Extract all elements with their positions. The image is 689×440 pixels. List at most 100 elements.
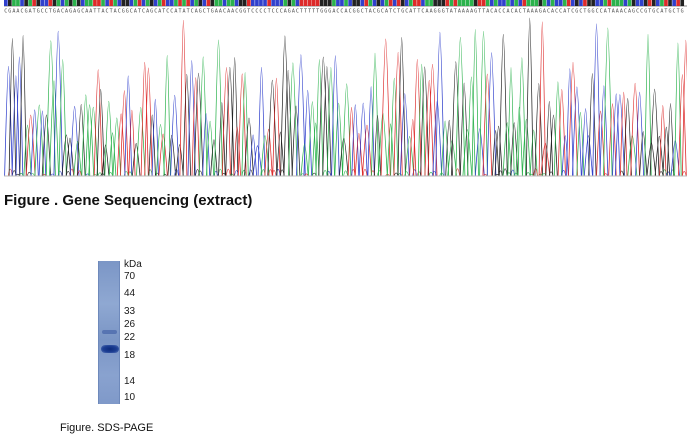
base-letter: A: [409, 9, 412, 15]
base-letter: G: [401, 9, 404, 15]
base-strip-cell: [113, 0, 117, 6]
base-strip-cell: [145, 0, 150, 6]
base-letter: C: [600, 9, 603, 15]
base-strip-cell: [230, 0, 235, 6]
base-letter: C: [421, 9, 424, 15]
base-strip-cell: [8, 0, 12, 6]
base-letter: A: [158, 9, 161, 15]
base-strip-cell: [546, 0, 551, 6]
base-letter: C: [223, 9, 226, 15]
peak-G: [132, 142, 141, 177]
base-letter: T: [446, 9, 449, 15]
base-letter: C: [559, 9, 562, 15]
base-strip-cell: [332, 0, 336, 6]
base-letter: C: [142, 9, 145, 15]
base-letter: A: [458, 9, 461, 15]
base-letter: A: [426, 9, 429, 15]
base-letter: T: [454, 9, 457, 15]
base-strip-cell: [307, 0, 312, 6]
base-strip-cell: [133, 0, 138, 6]
base-strip-cell: [202, 0, 207, 6]
peak-G: [210, 139, 218, 177]
base-strip-cell: [247, 0, 251, 6]
base-strip-cell: [453, 0, 458, 6]
base-strip-cell: [315, 0, 320, 6]
base-letter: A: [535, 9, 538, 15]
base-letter: T: [304, 9, 307, 15]
base-strip-cell: [506, 0, 510, 6]
base-strip-cell: [518, 0, 523, 6]
base-strip-cell: [607, 0, 612, 6]
noise-peak: [241, 169, 247, 177]
base-letter: A: [73, 9, 76, 15]
base-strip-cell: [137, 0, 142, 6]
base-strip-cell: [643, 0, 648, 6]
base-letter: A: [134, 9, 137, 15]
base-letter: A: [531, 9, 534, 15]
peak-T: [347, 106, 356, 177]
base-letter: A: [65, 9, 68, 15]
base-letter: A: [231, 9, 234, 15]
base-letter: A: [85, 9, 88, 15]
base-letter: A: [494, 9, 497, 15]
base-strip-cell: [344, 0, 348, 6]
base-strip-cell: [639, 0, 644, 6]
base-letter: C: [555, 9, 558, 15]
base-letter: A: [114, 9, 117, 15]
base-letter: A: [183, 9, 186, 15]
base-letter: T: [312, 9, 315, 15]
base-strip-cell: [40, 0, 45, 6]
base-strip-cell: [12, 0, 16, 6]
peak-C: [257, 66, 266, 177]
base-strip-cell: [469, 0, 474, 6]
base-letter: A: [57, 9, 60, 15]
base-strip-cell: [494, 0, 498, 6]
base-letter: A: [174, 9, 177, 15]
base-letter: C: [81, 9, 84, 15]
base-letter: C: [61, 9, 64, 15]
base-letter: G: [243, 9, 246, 15]
base-strip-cell: [437, 0, 441, 6]
base-letter: T: [179, 9, 182, 15]
base-strip-cell: [364, 0, 369, 6]
base-call-letters: CGAACGATGCCTGACAGAGCAATTACTACGGCATCAGCAT…: [4, 9, 683, 15]
base-letter: C: [490, 9, 493, 15]
peak-G: [666, 103, 675, 177]
base-letter: G: [632, 9, 635, 15]
peak-C: [11, 75, 21, 177]
peak-A: [553, 81, 562, 177]
figure-caption-sequencing: Figure . Gene Sequencing (extract): [4, 192, 253, 209]
base-letter: C: [340, 9, 343, 15]
base-strip-cell: [429, 0, 433, 6]
base-letter: C: [596, 9, 599, 15]
base-strip-cell: [579, 0, 583, 6]
base-strip-cell: [121, 0, 126, 6]
base-letter: C: [656, 9, 659, 15]
marker-70: 70: [124, 271, 136, 282]
base-strip-cell: [477, 0, 482, 6]
base-strip-cell: [109, 0, 113, 6]
base-letter: G: [211, 9, 214, 15]
base-strip-cell: [514, 0, 518, 6]
marker-44: 44: [124, 288, 136, 299]
base-strip-cell: [413, 0, 417, 6]
base-strip-cell: [68, 0, 73, 6]
base-letter: C: [255, 9, 258, 15]
base-strip-cell: [502, 0, 506, 6]
base-letter: G: [126, 9, 129, 15]
base-letter: G: [37, 9, 40, 15]
base-strip-cell: [562, 0, 567, 6]
base-strip-cell: [218, 0, 223, 6]
base-strip-cell: [481, 0, 486, 6]
base-letter: G: [328, 9, 331, 15]
peak-A: [417, 63, 426, 177]
base-strip-cell: [85, 0, 89, 6]
base-letter: C: [547, 9, 550, 15]
peak-G: [588, 73, 597, 177]
base-letter: G: [324, 9, 327, 15]
base-strip-cell: [255, 0, 259, 6]
base-strip-cell: [48, 0, 53, 6]
base-letter: C: [45, 9, 48, 15]
base-strip-cell: [93, 0, 97, 6]
base-strip-cell: [336, 0, 340, 6]
